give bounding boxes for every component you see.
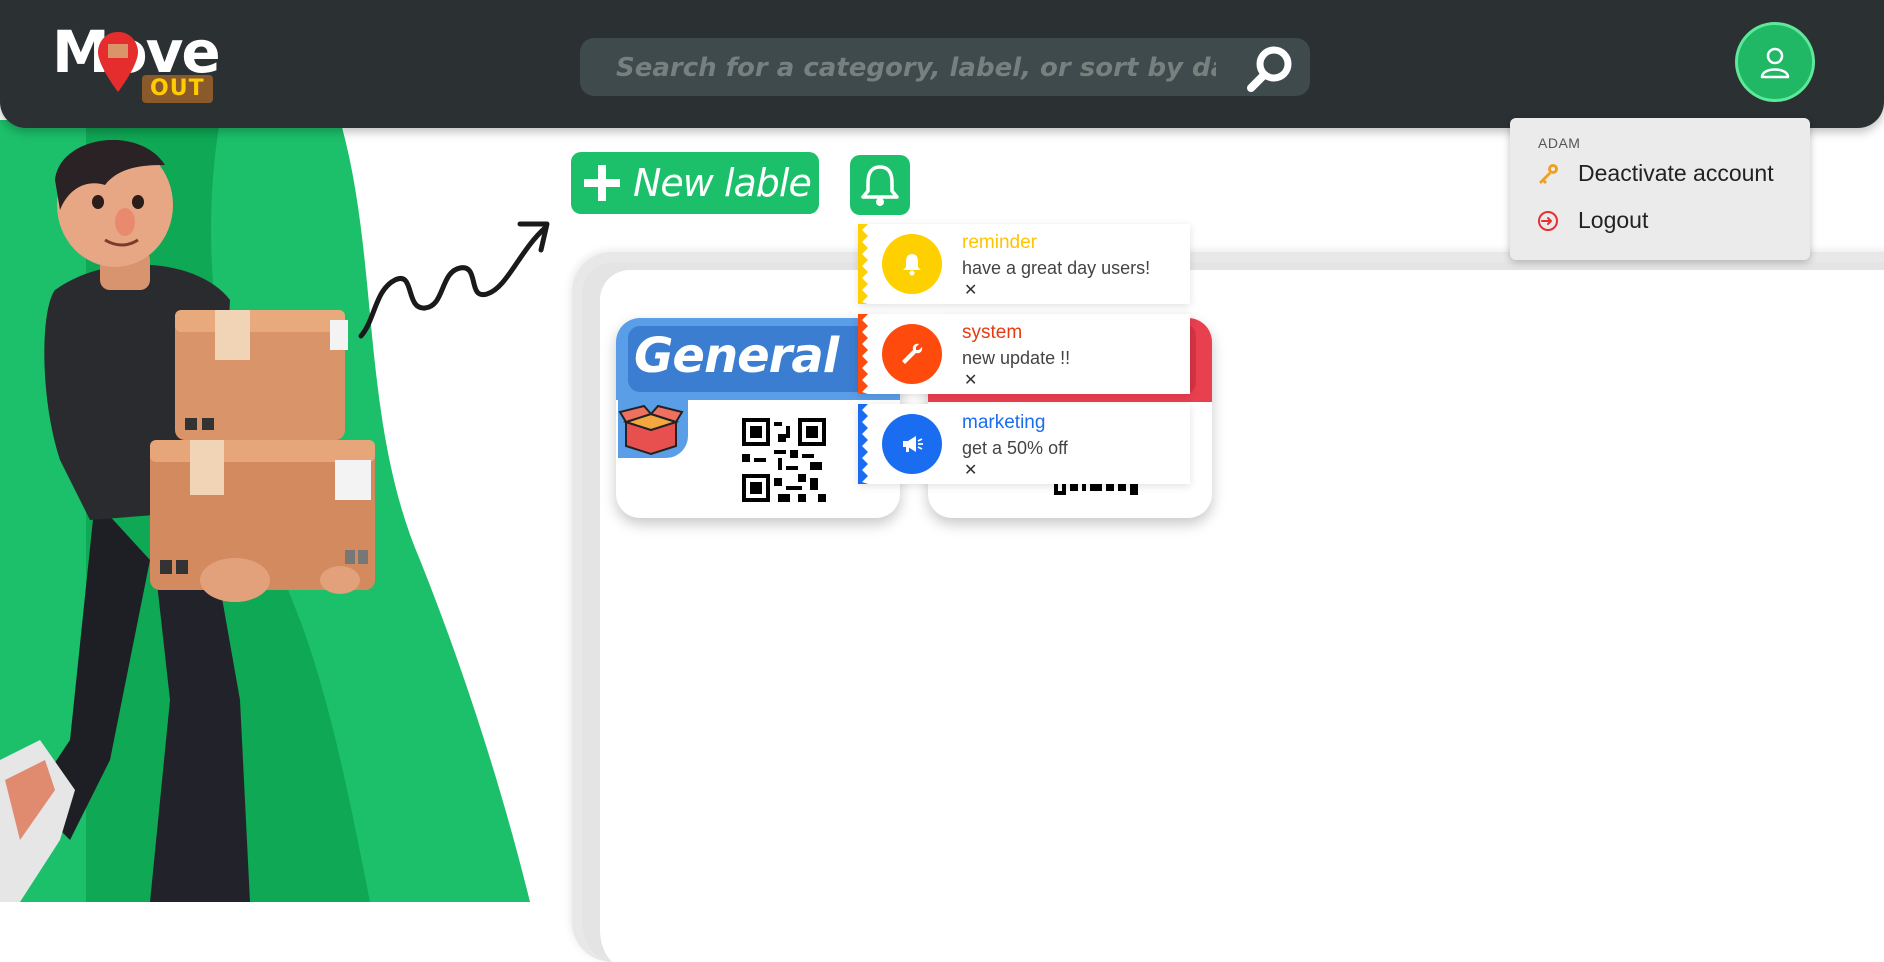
notification-edge [858, 224, 868, 304]
person-carrying-boxes-illustration [0, 140, 375, 902]
moveout-logo[interactable]: Move OUT [52, 20, 222, 104]
new-label-button[interactable]: New lable [571, 152, 819, 214]
notification-message: get a 50% off [962, 438, 1068, 458]
notification-title: reminder [962, 232, 1037, 253]
close-icon[interactable]: ✕ [964, 280, 977, 300]
megaphone-icon [882, 414, 942, 474]
close-icon[interactable]: ✕ [964, 370, 977, 390]
squiggle-arrow-illustration [358, 221, 550, 339]
logout-icon [1538, 210, 1558, 231]
deactivate-account-item[interactable]: Deactivate account [1536, 160, 1774, 187]
bell-icon [882, 234, 942, 294]
label-card-title: General [634, 328, 839, 384]
close-icon[interactable]: ✕ [964, 460, 977, 480]
notification-reminder: reminder have a great day users! ✕ [858, 224, 1190, 304]
notification-title: marketing [962, 412, 1046, 433]
logout-item[interactable]: Logout [1536, 207, 1648, 234]
notifications-button[interactable] [850, 155, 910, 215]
account-avatar-button[interactable] [1735, 22, 1815, 102]
notification-marketing: marketing get a 50% off ✕ [858, 404, 1190, 484]
new-label-text: New lable [633, 161, 812, 205]
notification-message: have a great day users! [962, 258, 1151, 278]
logout-label: Logout [1578, 207, 1649, 233]
location-pin-icon [98, 32, 138, 92]
open-box-icon [618, 400, 688, 458]
notification-system: system new update !! ✕ [858, 314, 1190, 394]
qr-code [742, 418, 826, 502]
search-icon[interactable] [1245, 44, 1295, 94]
wrench-icon [882, 324, 942, 384]
bell-icon [861, 165, 899, 206]
deactivate-account-label: Deactivate account [1578, 160, 1774, 186]
plus-icon [584, 165, 620, 201]
account-dropdown-menu: ADAM Deactivate account Logout [1510, 118, 1810, 260]
search-bar [580, 38, 1310, 96]
user-icon [1760, 47, 1790, 79]
notification-message: new update !! [962, 348, 1071, 368]
notification-edge [858, 404, 868, 484]
top-header-bar: Move OUT [0, 0, 1884, 128]
notification-title: system [962, 322, 1023, 343]
notification-edge [858, 314, 868, 394]
logo-subtext: OUT [142, 75, 213, 103]
search-input[interactable] [614, 47, 1218, 89]
key-icon [1539, 163, 1558, 184]
dropdown-username: ADAM [1538, 135, 1581, 151]
